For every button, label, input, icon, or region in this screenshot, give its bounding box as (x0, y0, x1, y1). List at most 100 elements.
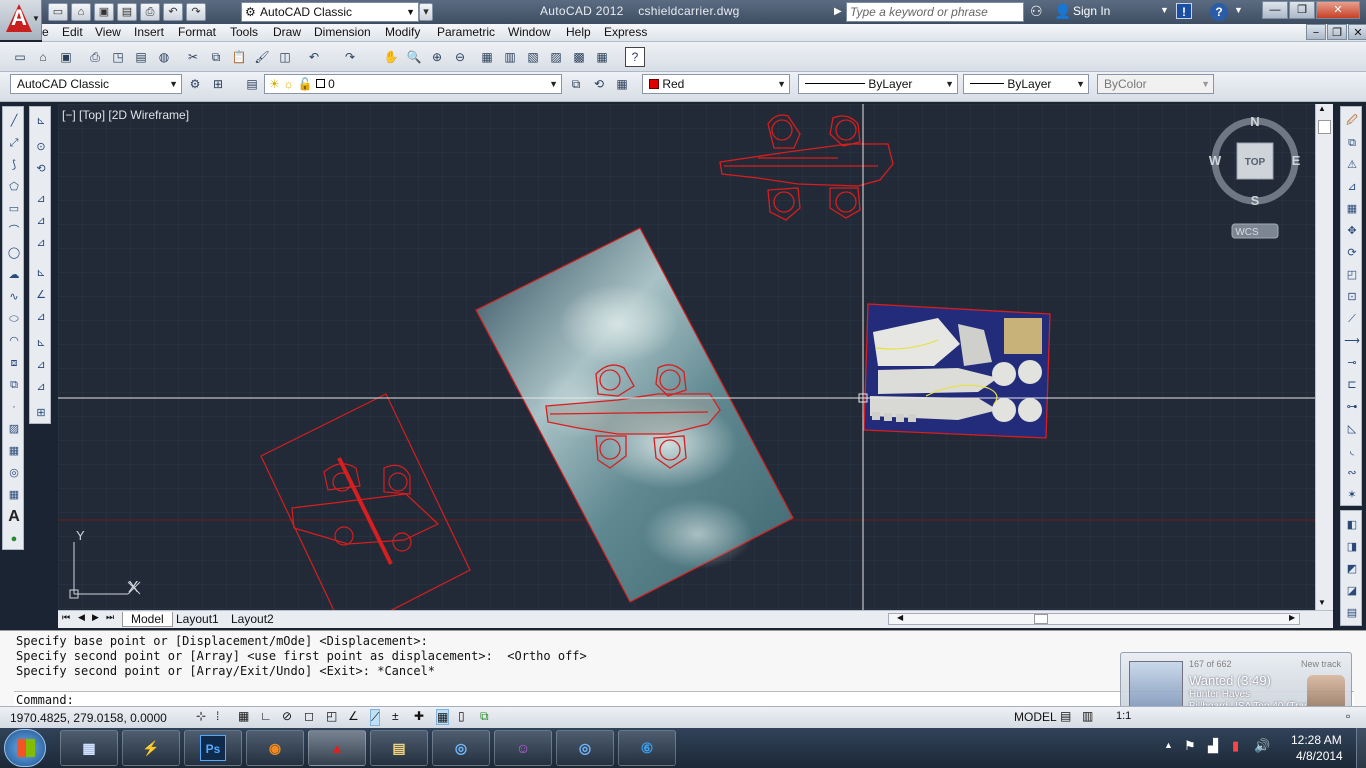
lineweight-toggle-icon[interactable]: ✚ (414, 709, 424, 723)
circle-icon[interactable]: ◯ (6, 245, 22, 261)
polyline-icon[interactable]: ⟆ (6, 157, 22, 173)
publish-icon[interactable]: ▤ (131, 47, 151, 67)
ortho-mode-icon[interactable]: ∟ (260, 709, 272, 723)
menu-insert[interactable]: Insert (134, 25, 164, 39)
clock-time[interactable]: 12:28 AM (1291, 733, 1342, 747)
lineweight-combo[interactable]: ByLayer ▼ (963, 74, 1089, 94)
taskbar-app-7[interactable]: ◎ (432, 730, 490, 766)
copy-icon[interactable]: ⧉ (206, 47, 226, 67)
minimize-button[interactable]: — (1262, 1, 1288, 19)
region-icon[interactable]: ◎ (6, 465, 22, 481)
texture-image[interactable] (863, 303, 1051, 439)
horizontal-scrollbar[interactable]: ◀ ▶ (888, 613, 1300, 625)
network-icon[interactable]: ▟ (1208, 738, 1218, 754)
infer-constraints-icon[interactable]: ⊹ (196, 709, 206, 723)
multiline-text-icon[interactable]: A (6, 509, 22, 525)
scroll-up-icon[interactable]: ▲ (1318, 104, 1326, 113)
properties-icon[interactable]: ▦ (477, 47, 497, 67)
wcs-label[interactable]: WCS (1235, 227, 1259, 238)
taskbar-3dsmax[interactable]: ⑥ (618, 730, 676, 766)
taskbar-yahoo-messenger[interactable]: ☺ (494, 730, 552, 766)
break-icon[interactable]: ⊏ (1344, 377, 1360, 393)
match-properties-icon[interactable]: 🖌 (252, 47, 272, 67)
search-input[interactable]: Type a keyword or phrase (846, 2, 1024, 22)
allow-ucs-icon[interactable]: ⟋ (370, 709, 381, 726)
clean-screen-icon[interactable]: ▫ (1346, 709, 1350, 723)
clock-date[interactable]: 4/8/2014 (1296, 749, 1343, 763)
maximize-button[interactable]: ❐ (1289, 1, 1315, 19)
layer-state-icon[interactable]: ▦ (612, 74, 632, 94)
insert-block-icon[interactable]: ⧈ (6, 355, 22, 371)
scroll-right-icon[interactable]: ▶ (1289, 613, 1295, 622)
tab-prev-icon[interactable]: ◀ (78, 612, 85, 623)
doc-close-button[interactable]: ✕ (1348, 24, 1366, 40)
bring-above-icon[interactable]: ◩ (1344, 561, 1360, 577)
ellipse-icon[interactable]: ⬭ (6, 311, 22, 327)
search-expand-icon[interactable]: ▶ (834, 3, 844, 21)
sheet-set-icon[interactable]: ▨ (546, 47, 566, 67)
linear-dimension-icon[interactable]: ⊾ (33, 113, 49, 129)
point-icon[interactable]: · (6, 399, 22, 415)
3d-dwf-icon[interactable]: ◍ (154, 47, 174, 67)
layer-properties-icon[interactable]: ▤ (242, 74, 262, 94)
text-to-front-icon[interactable]: ▤ (1344, 605, 1360, 621)
cut-icon[interactable]: ✂ (183, 47, 203, 67)
redo-icon[interactable]: ↷ (340, 47, 360, 67)
application-menu-button[interactable]: A ▼ (0, 0, 42, 40)
save-icon[interactable]: ▣ (56, 47, 76, 67)
tab-next-icon[interactable]: ▶ (92, 612, 99, 623)
show-hidden-icons[interactable]: ▲ (1164, 740, 1173, 750)
extend-icon[interactable]: ⟶ (1344, 333, 1360, 349)
zoom-previous-icon[interactable]: ⊖ (450, 47, 470, 67)
object-snap-icon[interactable]: ◻ (304, 709, 314, 723)
diameter-icon[interactable]: ⊾ (33, 265, 49, 281)
aligned-dimension-icon[interactable]: ⊙ (33, 139, 49, 155)
spline-icon[interactable]: ∿ (6, 289, 22, 305)
copy-object-icon[interactable]: ⧉ (1344, 135, 1360, 151)
scroll-left-icon[interactable]: ◀ (897, 613, 903, 622)
tab-layout2[interactable]: Layout2 (231, 612, 274, 626)
taskbar-photoshop[interactable]: Ps (184, 730, 242, 766)
new-file-icon[interactable]: ▭ (48, 3, 68, 21)
snap-mode-icon[interactable]: ⁞ (216, 709, 219, 723)
block-editor-icon[interactable]: ◫ (275, 47, 295, 67)
drawing-area[interactable]: Y TOP N S E W WCS [−] [Top] [2D Wirefram… (58, 104, 1315, 610)
menu-draw[interactable]: Draw (273, 25, 301, 39)
volume-icon[interactable]: 🔊 (1254, 738, 1270, 754)
zoom-realtime-icon[interactable]: 🔍 (404, 47, 424, 67)
taskbar-explorer[interactable]: ▤ (370, 730, 428, 766)
taskbar-winamp[interactable]: ⚡ (122, 730, 180, 766)
qat-customize-icon[interactable]: ▾ (419, 3, 433, 21)
chevron-down-icon[interactable]: ▼ (1160, 5, 1169, 15)
send-under-icon[interactable]: ◪ (1344, 583, 1360, 599)
angular-icon[interactable]: ∠ (33, 287, 49, 303)
dynamic-input-icon[interactable]: ± (392, 709, 399, 723)
undo-icon[interactable]: ↶ (304, 47, 324, 67)
markup-icon[interactable]: ▩ (569, 47, 589, 67)
battery-icon[interactable]: ▮ (1232, 738, 1239, 754)
blend-curves-icon[interactable]: ∾ (1344, 465, 1360, 481)
hatch-icon[interactable]: ▨ (6, 421, 22, 437)
coordinates-display[interactable]: 1970.4825, 279.0158, 0.0000 (10, 711, 167, 725)
rotate-icon[interactable]: ⟳ (1344, 245, 1360, 261)
save-icon[interactable]: ▣ (94, 3, 114, 21)
revision-cloud-icon[interactable]: ☁ (6, 267, 22, 283)
move-icon[interactable]: ✥ (1344, 223, 1360, 239)
exchange-icon[interactable]: ! (1176, 3, 1192, 19)
tab-last-icon[interactable]: ⏭ (106, 612, 114, 623)
dimension-style-icon[interactable]: ⊞ (33, 405, 49, 421)
taskbar-app-9[interactable]: ◎ (556, 730, 614, 766)
table-icon[interactable]: ▦ (6, 487, 22, 503)
vertical-scrollbar[interactable]: ▲ ▼ (1315, 104, 1333, 610)
annotation-scale[interactable]: 1:1 (1116, 710, 1131, 722)
color-combo[interactable]: Red ▼ (642, 74, 790, 94)
scale-icon[interactable]: ◰ (1344, 267, 1360, 283)
plot-preview-icon[interactable]: ◳ (108, 47, 128, 67)
break-at-point-icon[interactable]: ⊸ (1344, 355, 1360, 371)
make-block-icon[interactable]: ⧉ (6, 377, 22, 393)
tab-first-icon[interactable]: ⏮ (62, 612, 70, 623)
print-icon[interactable]: ⎙ (140, 3, 160, 21)
layer-previous-icon[interactable]: ⟲ (589, 74, 609, 94)
transparency-icon[interactable]: ▦ (436, 709, 450, 725)
start-button[interactable] (4, 729, 46, 767)
